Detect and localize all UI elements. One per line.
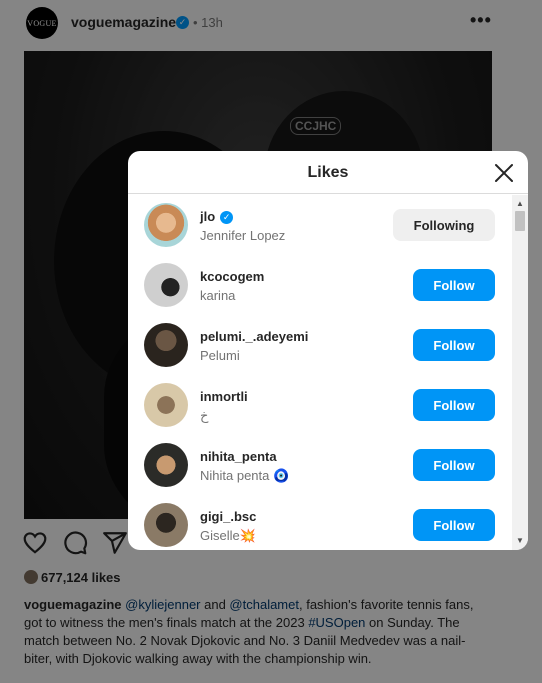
list-item[interactable]: nihita_penta Nihita penta 🧿 Follow: [128, 435, 512, 495]
avatar[interactable]: [144, 263, 188, 307]
avatar[interactable]: [144, 323, 188, 367]
username-text[interactable]: jlo: [200, 209, 215, 224]
follow-button[interactable]: Follow: [413, 509, 495, 541]
follow-button[interactable]: Follow: [413, 389, 495, 421]
scroll-up-arrow-icon[interactable]: ▲: [516, 199, 524, 208]
scrollbar-thumb[interactable]: [515, 211, 525, 231]
user-username[interactable]: jlo ✓: [200, 209, 234, 225]
user-fullname: Pelumi: [200, 348, 240, 363]
list-item[interactable]: jlo ✓ Jennifer Lopez Following: [128, 195, 512, 255]
modal-title: Likes: [307, 164, 349, 181]
user-username[interactable]: pelumi._.adeyemi: [200, 329, 308, 344]
list-item[interactable]: pelumi._.adeyemi Pelumi Follow: [128, 315, 512, 375]
user-username[interactable]: nihita_penta: [200, 449, 277, 464]
user-fullname: Nihita penta 🧿: [200, 468, 290, 483]
follow-button[interactable]: Follow: [413, 329, 495, 361]
verified-badge-icon: ✓: [220, 211, 234, 225]
user-fullname: Jennifer Lopez: [200, 228, 286, 243]
user-fullname: karina: [200, 288, 236, 303]
user-username[interactable]: kcocogem: [200, 269, 264, 284]
user-username[interactable]: gigi_.bsc: [200, 509, 256, 524]
likes-list[interactable]: jlo ✓ Jennifer Lopez Following kcocogem k…: [128, 195, 512, 550]
avatar[interactable]: [144, 203, 188, 247]
list-item[interactable]: gigi_.bsc Giselle💥 Follow: [128, 495, 512, 550]
list-item[interactable]: kcocogem karina Follow: [128, 255, 512, 315]
follow-button[interactable]: Follow: [413, 449, 495, 481]
user-fullname: Giselle💥: [200, 528, 256, 543]
avatar[interactable]: [144, 443, 188, 487]
user-fullname: خ: [200, 408, 209, 423]
avatar[interactable]: [144, 383, 188, 427]
modal-header: Likes: [128, 151, 528, 194]
following-button[interactable]: Following: [393, 209, 495, 241]
scrollbar[interactable]: ▲ ▼: [512, 195, 528, 550]
scroll-down-arrow-icon[interactable]: ▼: [516, 536, 524, 545]
follow-button[interactable]: Follow: [413, 269, 495, 301]
list-item[interactable]: inmortli خ Follow: [128, 375, 512, 435]
likes-modal: Likes jlo ✓ Jennifer Lopez Following kcoc…: [128, 151, 528, 550]
close-icon[interactable]: [492, 161, 516, 185]
avatar[interactable]: [144, 503, 188, 547]
user-username[interactable]: inmortli: [200, 389, 248, 404]
